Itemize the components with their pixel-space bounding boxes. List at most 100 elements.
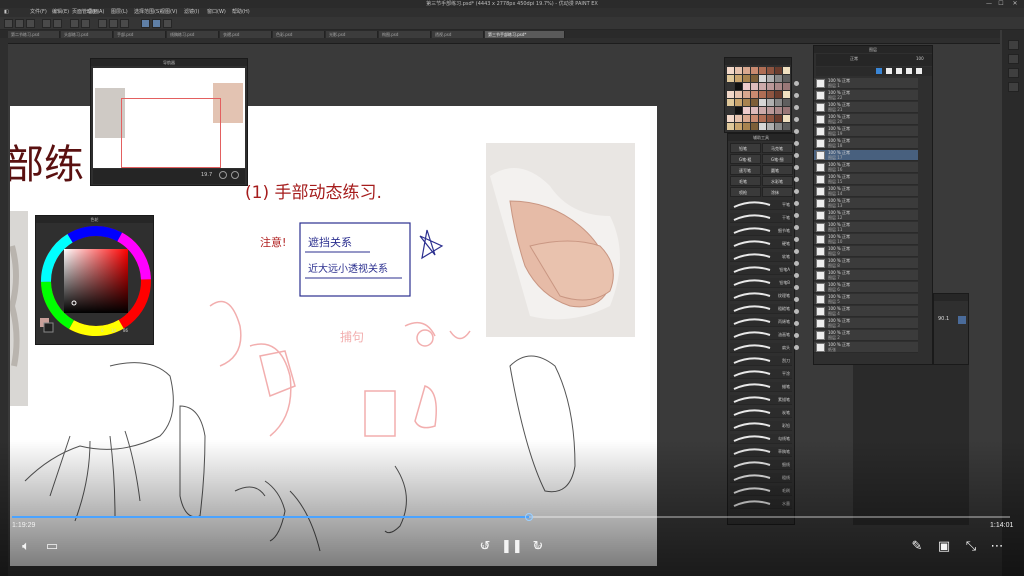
layer-visibility-icon[interactable] — [794, 153, 799, 158]
menu-help[interactable]: 帮助(H) — [232, 8, 250, 17]
save-button[interactable] — [26, 19, 35, 28]
blend-mode-select[interactable]: 正常 — [850, 56, 858, 62]
color-swatch[interactable] — [775, 83, 782, 90]
layer-row[interactable]: 100 % 正常 图层 19 — [794, 126, 918, 137]
layer-visibility-icon[interactable] — [794, 81, 799, 86]
color-swatch[interactable] — [783, 107, 790, 114]
brush-preset[interactable]: 素描笔 — [730, 395, 792, 405]
brush-preset[interactable]: 铅笔A — [730, 265, 792, 275]
app-icon[interactable]: ◧ — [4, 8, 9, 17]
pause-button[interactable]: ❚❚ — [501, 537, 523, 557]
brush-preset[interactable]: 纹理笔 — [730, 291, 792, 301]
zoom-out-icon[interactable] — [231, 171, 239, 179]
brush-preset[interactable]: 细节笔 — [730, 226, 792, 236]
more-options-icon[interactable]: ⋯ — [987, 537, 1007, 557]
brush-preset[interactable]: 干笔 — [730, 213, 792, 223]
brush-preset[interactable]: 炭笔 — [730, 408, 792, 418]
mini-view-icon[interactable]: ▣ — [934, 537, 954, 557]
color-swatch[interactable] — [775, 75, 782, 82]
redo-button[interactable] — [53, 19, 62, 28]
layer-visibility-icon[interactable] — [794, 249, 799, 254]
layer-row[interactable]: 100 % 正常 图层 2 — [794, 330, 918, 341]
layer-row[interactable]: 100 % 正常 图层 16 — [794, 162, 918, 173]
layer-visibility-icon[interactable] — [794, 225, 799, 230]
brush-preset[interactable]: 硬笔 — [730, 239, 792, 249]
menu-select[interactable]: 选择范围(S) — [134, 8, 161, 17]
menu-window[interactable]: 窗口(W) — [207, 8, 226, 17]
layer-row[interactable]: 100 % 正常 图层 6 — [794, 282, 918, 293]
layer-visibility-icon[interactable] — [794, 213, 799, 218]
reference-layer-icon[interactable] — [886, 68, 892, 74]
layer-row[interactable]: 100 % 正常 图层 7 — [794, 270, 918, 281]
tab-active-document[interactable]: 第三节手部练习.psd* — [485, 31, 565, 38]
color-swatch[interactable] — [743, 91, 750, 98]
layer-visibility-icon[interactable] — [794, 141, 799, 146]
exit-fullscreen-icon[interactable]: ⤡ — [961, 537, 981, 557]
color-swatch[interactable] — [775, 67, 782, 74]
minimize-button[interactable]: — — [984, 0, 994, 8]
sub-tool-item[interactable]: 圆笔 — [762, 165, 793, 175]
layer-visibility-icon[interactable] — [794, 285, 799, 290]
deselect-button[interactable] — [109, 19, 118, 28]
layer-row[interactable]: 100 % 正常 图层 18 — [794, 138, 918, 149]
snap-grid-button[interactable] — [152, 19, 161, 28]
forward-button[interactable]: ↻ 30 — [528, 537, 548, 557]
color-swatch[interactable] — [727, 75, 734, 82]
color-swatch[interactable] — [735, 115, 742, 122]
color-swatch[interactable] — [735, 91, 742, 98]
ruler-icon[interactable] — [916, 68, 922, 74]
layer-row[interactable]: 100 % 正常 图层 5 — [794, 294, 918, 305]
open-file-button[interactable] — [15, 19, 24, 28]
color-wheel[interactable]: 0 14 86 — [36, 224, 153, 336]
brush-preset[interactable]: 彩铅 — [730, 421, 792, 431]
color-swatch[interactable] — [783, 75, 790, 82]
color-swatch[interactable] — [783, 67, 790, 74]
mask-icon[interactable] — [906, 68, 912, 74]
brush-preset[interactable]: 铅笔B — [730, 278, 792, 288]
color-swatch[interactable] — [743, 115, 750, 122]
color-swatch[interactable] — [751, 123, 758, 130]
color-swatch[interactable] — [783, 83, 790, 90]
seek-bar-handle[interactable] — [524, 513, 533, 521]
color-swatch[interactable] — [735, 75, 742, 82]
color-swatch[interactable] — [727, 115, 734, 122]
snap-ruler-button[interactable] — [141, 19, 150, 28]
layer-row[interactable]: 100 % 正常 图层 13 — [794, 198, 918, 209]
color-swatch[interactable] — [775, 115, 782, 122]
color-swatch[interactable] — [727, 123, 734, 130]
color-swatch[interactable] — [751, 107, 758, 114]
menu-animation[interactable]: 动画(A) — [87, 8, 104, 17]
color-swatch[interactable] — [743, 67, 750, 74]
layer-visibility-icon[interactable] — [794, 345, 799, 350]
color-swatch[interactable] — [783, 99, 790, 106]
sidebar-button[interactable] — [1008, 82, 1019, 92]
layer-visibility-icon[interactable] — [794, 201, 799, 206]
brush-preset[interactable]: 刮刀 — [730, 356, 792, 366]
color-swatch[interactable] — [759, 91, 766, 98]
color-swatch[interactable] — [759, 99, 766, 106]
layer-visibility-icon[interactable] — [794, 273, 799, 278]
layer-row[interactable]: 100 % 正常 图层 22 — [794, 90, 918, 101]
color-swatch[interactable] — [759, 123, 766, 130]
brush-preset[interactable]: 粗糙笔 — [730, 304, 792, 314]
brush-preset[interactable]: 扁头 — [730, 343, 792, 353]
layer-visibility-icon[interactable] — [794, 165, 799, 170]
color-swatch[interactable] — [727, 99, 734, 106]
menu-view[interactable]: 视图(V) — [160, 8, 177, 17]
color-swatch[interactable] — [727, 107, 734, 114]
color-swatch[interactable] — [751, 67, 758, 74]
tab-document[interactable]: 色彩.psd — [273, 31, 325, 38]
undo-button[interactable] — [42, 19, 51, 28]
layer-visibility-icon[interactable] — [794, 321, 799, 326]
layer-row[interactable]: 100 % 正常 图层 3 — [794, 318, 918, 329]
color-swatch[interactable] — [759, 115, 766, 122]
sub-tool-item[interactable]: G笔-粗 — [730, 154, 761, 164]
layer-visibility-icon[interactable] — [794, 297, 799, 302]
sidebar-button[interactable] — [1008, 68, 1019, 78]
brush-preset[interactable]: 平涂 — [730, 369, 792, 379]
color-swatch[interactable] — [767, 99, 774, 106]
tab-document[interactable]: 透视.psd — [432, 31, 484, 38]
color-swatch[interactable] — [767, 83, 774, 90]
menu-filter[interactable]: 滤镜(I) — [184, 8, 199, 17]
color-swatch[interactable] — [759, 75, 766, 82]
